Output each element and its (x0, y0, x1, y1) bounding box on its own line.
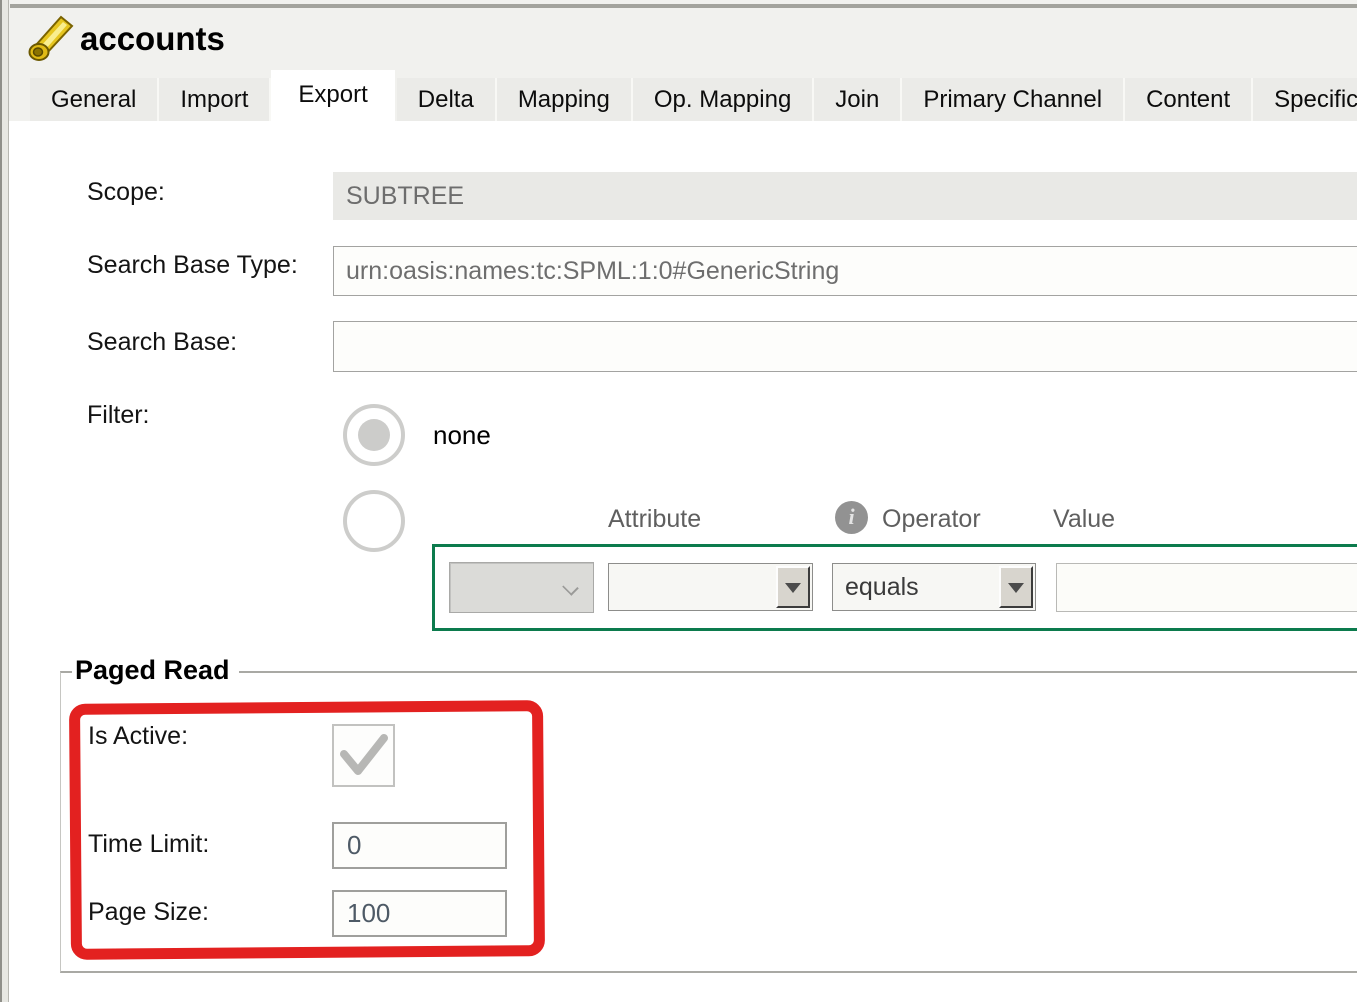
page-size-field[interactable] (332, 890, 507, 937)
radio-selected-dot (358, 419, 390, 451)
tab-bar: General Import Export Delta Mapping Op. … (30, 78, 1357, 121)
filter-type-dropdown (449, 562, 594, 613)
filter-radio-condition[interactable] (343, 490, 405, 552)
chevron-down-icon (563, 579, 579, 595)
tab-import[interactable]: Import (159, 78, 271, 121)
tab-content[interactable]: Content (1125, 78, 1253, 121)
operator-dropdown-value: equals (845, 573, 919, 601)
attribute-dropdown[interactable] (608, 563, 813, 611)
page-title: accounts (80, 20, 225, 58)
filter-label: Filter: (87, 401, 150, 430)
filter-radio-none[interactable] (343, 404, 405, 466)
scope-field: SUBTREE (333, 172, 1357, 220)
info-icon[interactable]: i (835, 501, 868, 534)
operator-dropdown[interactable]: equals (832, 563, 1036, 611)
tab-op-mapping[interactable]: Op. Mapping (633, 78, 814, 121)
tab-primary-channel[interactable]: Primary Channel (902, 78, 1125, 121)
left-pane-splitter[interactable] (0, 0, 9, 1002)
filter-value-field[interactable] (1056, 563, 1357, 612)
value-column-header: Value (1053, 505, 1115, 534)
page-size-label: Page Size: (88, 898, 209, 927)
export-settings-screen: accounts General Import Export Delta Map… (0, 0, 1357, 1002)
paged-read-groupbox (60, 671, 1357, 973)
operator-column-header: Operator (882, 505, 981, 534)
search-base-field[interactable] (333, 321, 1357, 372)
checkmark-icon (334, 726, 393, 785)
search-base-label: Search Base: (87, 328, 237, 357)
dropdown-arrow-icon[interactable] (776, 566, 810, 608)
tab-specific-attributes[interactable]: Specific Attributes (1253, 78, 1357, 121)
scope-label: Scope: (87, 178, 165, 207)
time-limit-label: Time Limit: (88, 830, 209, 859)
filter-none-label: none (433, 420, 491, 451)
tab-general[interactable]: General (30, 78, 159, 121)
is-active-label: Is Active: (88, 722, 188, 751)
gold-pen-icon (27, 12, 75, 62)
tab-mapping[interactable]: Mapping (497, 78, 633, 121)
paged-read-title: Paged Read (72, 655, 239, 686)
attribute-column-header: Attribute (608, 505, 701, 534)
is-active-checkbox[interactable] (332, 724, 395, 787)
tab-export[interactable]: Export (271, 70, 394, 121)
search-base-type-field[interactable] (333, 246, 1357, 296)
tab-join[interactable]: Join (814, 78, 902, 121)
time-limit-field[interactable] (332, 822, 507, 869)
dropdown-arrow-icon[interactable] (999, 566, 1033, 608)
tab-delta[interactable]: Delta (397, 78, 497, 121)
search-base-type-label: Search Base Type: (87, 251, 298, 280)
top-divider (10, 4, 1357, 8)
